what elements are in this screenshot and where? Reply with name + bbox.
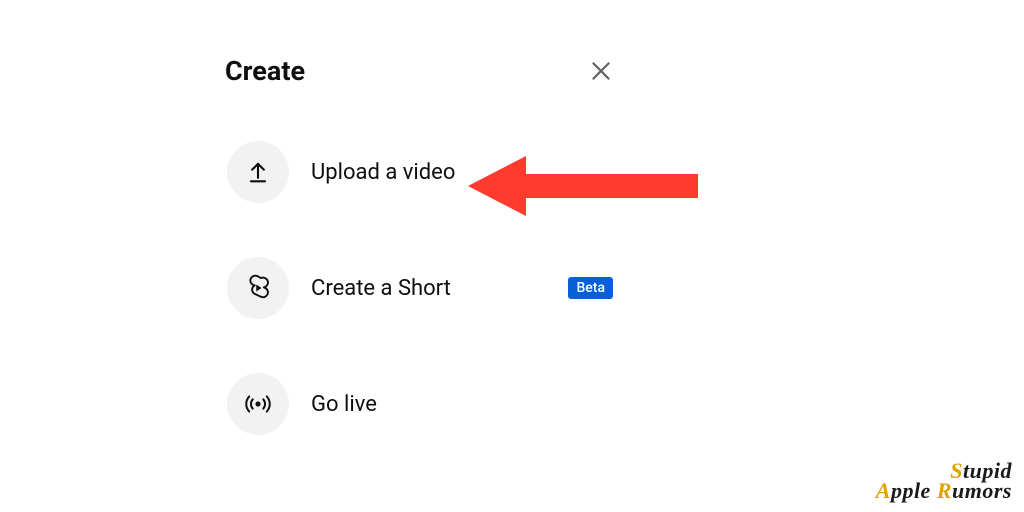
sheet-title: Create	[225, 55, 305, 87]
live-icon	[227, 373, 289, 435]
option-go-live[interactable]: Go live	[225, 361, 615, 447]
close-icon	[588, 58, 614, 84]
watermark-line2: Apple Rumors	[876, 480, 1012, 502]
sheet-header: Create	[225, 55, 615, 87]
beta-badge: Beta	[568, 277, 613, 299]
option-upload-video[interactable]: Upload a video	[225, 129, 615, 215]
watermark: Stupid Apple Rumors	[876, 460, 1012, 502]
option-create-short[interactable]: Create a Short Beta	[225, 245, 615, 331]
shorts-icon	[227, 257, 289, 319]
option-label: Create a Short	[311, 276, 451, 301]
upload-icon	[227, 141, 289, 203]
option-label: Upload a video	[311, 160, 455, 185]
option-label: Go live	[311, 392, 377, 417]
create-sheet: Create Upload a video Create a Short Bet…	[225, 55, 615, 477]
close-button[interactable]	[587, 57, 615, 85]
